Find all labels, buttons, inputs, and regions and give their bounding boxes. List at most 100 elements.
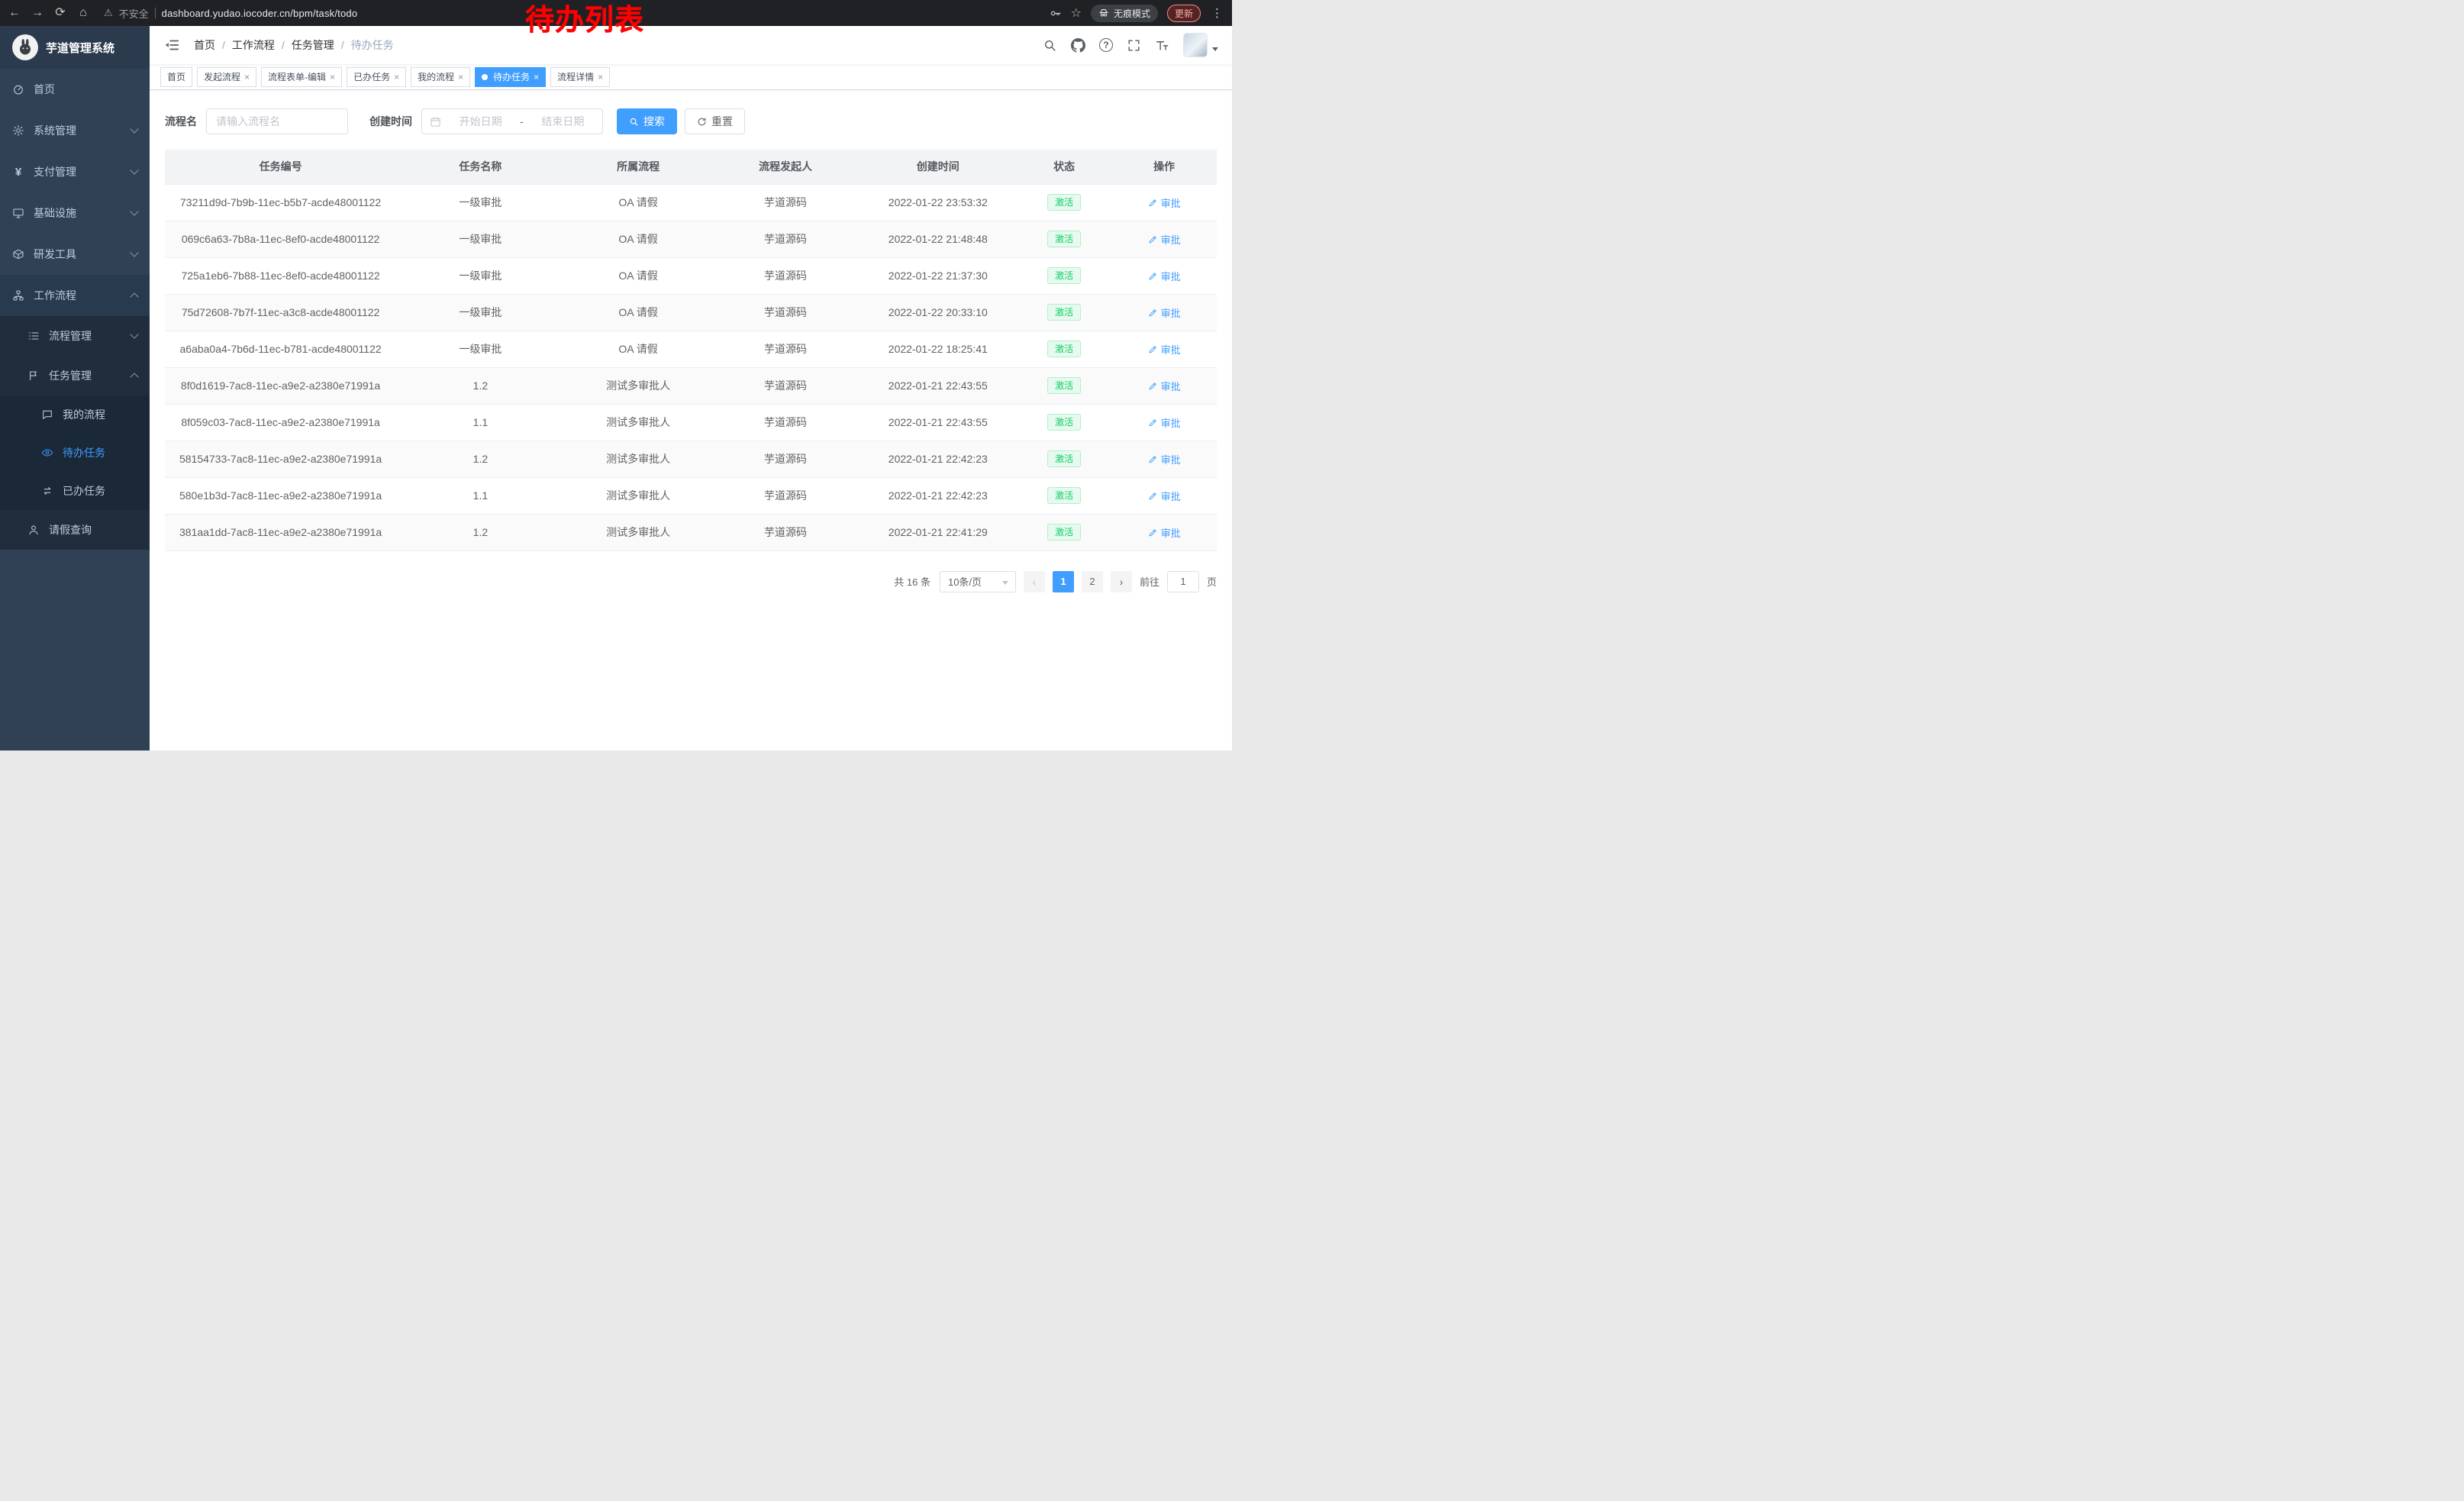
- approve-link[interactable]: 审批: [1148, 525, 1181, 540]
- sidebar-item-label: 流程管理: [49, 328, 122, 344]
- tab-todo-tasks[interactable]: 待办任务 ×: [475, 67, 546, 87]
- approve-link-label: 审批: [1161, 525, 1181, 540]
- page-button-1[interactable]: 1: [1053, 571, 1074, 592]
- sidebar-collapse-icon[interactable]: [163, 37, 180, 53]
- app-title: 芋道管理系统: [46, 40, 114, 56]
- help-icon[interactable]: ?: [1099, 38, 1113, 52]
- breadcrumb-home[interactable]: 首页: [194, 37, 215, 53]
- approve-link-label: 审批: [1161, 195, 1181, 210]
- bookmark-star-icon[interactable]: ☆: [1071, 5, 1082, 21]
- reset-button-label: 重置: [711, 114, 733, 129]
- password-key-icon[interactable]: [1049, 7, 1062, 20]
- cell-actions: 审批: [1111, 367, 1217, 404]
- breadcrumb-workflow[interactable]: 工作流程: [232, 37, 275, 53]
- create-time-range-picker[interactable]: 开始日期 - 结束日期: [421, 108, 603, 134]
- table-row: 75d72608-7b7f-11ec-a3c8-acde48001122 一级审…: [165, 294, 1217, 331]
- process-name-input[interactable]: [206, 108, 348, 134]
- app-logo-row[interactable]: 芋道管理系统: [0, 26, 150, 69]
- cell-initiator: 芋道源码: [712, 294, 859, 331]
- table-row: a6aba0a4-7b6d-11ec-b781-acde48001122 一级审…: [165, 331, 1217, 367]
- monitor-icon: [12, 207, 24, 219]
- tab-start-process[interactable]: 发起流程 ×: [197, 67, 256, 87]
- sidebar-item-todo-tasks[interactable]: 待办任务: [0, 434, 150, 472]
- sidebar-item-task-mgmt[interactable]: 任务管理: [0, 356, 150, 395]
- sidebar-item-payment[interactable]: ¥ 支付管理: [0, 151, 150, 192]
- close-icon[interactable]: ×: [598, 73, 603, 82]
- cell-process: 测试多审批人: [565, 404, 712, 441]
- sidebar-item-leave-query[interactable]: 请假查询: [0, 510, 150, 550]
- home-icon[interactable]: ⌂: [76, 7, 90, 19]
- tab-process-detail[interactable]: 流程详情 ×: [550, 67, 610, 87]
- cell-initiator: 芋道源码: [712, 367, 859, 404]
- table-row: 58154733-7ac8-11ec-a9e2-a2380e71991a 1.2…: [165, 441, 1217, 477]
- security-label: 不安全: [119, 6, 149, 21]
- table-header-row: 任务编号 任务名称 所属流程 流程发起人 创建时间 状态 操作: [165, 150, 1217, 184]
- forward-icon[interactable]: →: [31, 7, 44, 19]
- reload-icon[interactable]: ⟳: [53, 7, 67, 19]
- breadcrumb-task-mgmt[interactable]: 任务管理: [292, 37, 334, 53]
- browser-menu-icon[interactable]: ⋮: [1210, 6, 1224, 20]
- approve-link-label: 审批: [1161, 379, 1181, 393]
- approve-link[interactable]: 审批: [1148, 269, 1181, 283]
- cell-process: OA 请假: [565, 221, 712, 257]
- next-page-button[interactable]: ›: [1111, 571, 1132, 592]
- sidebar-item-my-process[interactable]: 我的流程: [0, 395, 150, 434]
- sidebar-item-devtools[interactable]: 研发工具: [0, 234, 150, 275]
- page-button-2[interactable]: 2: [1082, 571, 1103, 592]
- approve-link[interactable]: 审批: [1148, 379, 1181, 393]
- approve-link[interactable]: 审批: [1148, 342, 1181, 357]
- font-size-icon[interactable]: [1155, 38, 1169, 53]
- search-icon[interactable]: [1043, 38, 1057, 53]
- incognito-label: 无痕模式: [1114, 7, 1150, 20]
- cell-initiator: 芋道源码: [712, 331, 859, 367]
- sidebar-item-system[interactable]: 系统管理: [0, 110, 150, 151]
- goto-page-input[interactable]: [1167, 571, 1199, 592]
- process-name-label: 流程名: [165, 114, 197, 129]
- status-badge: 激活: [1047, 304, 1081, 321]
- sidebar-item-process-mgmt[interactable]: 流程管理: [0, 316, 150, 356]
- avatar[interactable]: [1183, 33, 1208, 57]
- prev-page-button[interactable]: ‹: [1024, 571, 1045, 592]
- cell-created: 2022-01-22 18:25:41: [859, 331, 1017, 367]
- close-icon[interactable]: ×: [330, 73, 335, 82]
- tab-done-tasks[interactable]: 已办任务 ×: [347, 67, 406, 87]
- refresh-icon: [697, 117, 707, 127]
- approve-link[interactable]: 审批: [1148, 232, 1181, 247]
- approve-link[interactable]: 审批: [1148, 305, 1181, 320]
- cell-task-id: 580e1b3d-7ac8-11ec-a9e2-a2380e71991a: [165, 477, 396, 514]
- sidebar-item-home[interactable]: 首页: [0, 69, 150, 110]
- incognito-spy-icon: [1098, 8, 1109, 18]
- reset-button[interactable]: 重置: [685, 108, 745, 134]
- approve-link[interactable]: 审批: [1148, 489, 1181, 503]
- page-size-select[interactable]: 10条/页: [940, 571, 1016, 592]
- sidebar-item-label: 工作流程: [34, 288, 122, 303]
- tab-my-process[interactable]: 我的流程 ×: [411, 67, 470, 87]
- approve-link[interactable]: 审批: [1148, 195, 1181, 210]
- sidebar-item-workflow[interactable]: 工作流程: [0, 275, 150, 316]
- user-avatar-menu[interactable]: [1183, 33, 1218, 57]
- approve-link-label: 审批: [1161, 415, 1181, 430]
- close-icon[interactable]: ×: [458, 73, 463, 82]
- column-header-initiator: 流程发起人: [712, 150, 859, 184]
- search-button[interactable]: 搜索: [617, 108, 677, 134]
- sidebar-item-done-tasks[interactable]: 已办任务: [0, 472, 150, 510]
- update-button[interactable]: 更新: [1167, 5, 1201, 22]
- close-icon[interactable]: ×: [534, 73, 539, 82]
- status-badge: 激活: [1047, 377, 1081, 394]
- close-icon[interactable]: ×: [394, 73, 399, 82]
- tab-form-edit[interactable]: 流程表单-编辑 ×: [261, 67, 342, 87]
- cell-initiator: 芋道源码: [712, 184, 859, 221]
- column-header-task-name: 任务名称: [396, 150, 564, 184]
- sidebar-item-infra[interactable]: 基础设施: [0, 192, 150, 234]
- approve-link[interactable]: 审批: [1148, 415, 1181, 430]
- fullscreen-icon[interactable]: [1127, 38, 1141, 53]
- tab-home[interactable]: 首页: [160, 67, 192, 87]
- sidebar-item-label: 我的流程: [63, 407, 137, 422]
- back-icon[interactable]: ←: [8, 7, 21, 19]
- address-bar[interactable]: ⚠ 不安全 dashboard.yudao.iocoder.cn/bpm/tas…: [104, 6, 357, 21]
- close-icon[interactable]: ×: [244, 73, 250, 82]
- tab-label: 我的流程: [418, 70, 454, 83]
- edit-pencil-icon: [1148, 234, 1158, 244]
- github-icon[interactable]: [1071, 38, 1085, 53]
- approve-link[interactable]: 审批: [1148, 452, 1181, 466]
